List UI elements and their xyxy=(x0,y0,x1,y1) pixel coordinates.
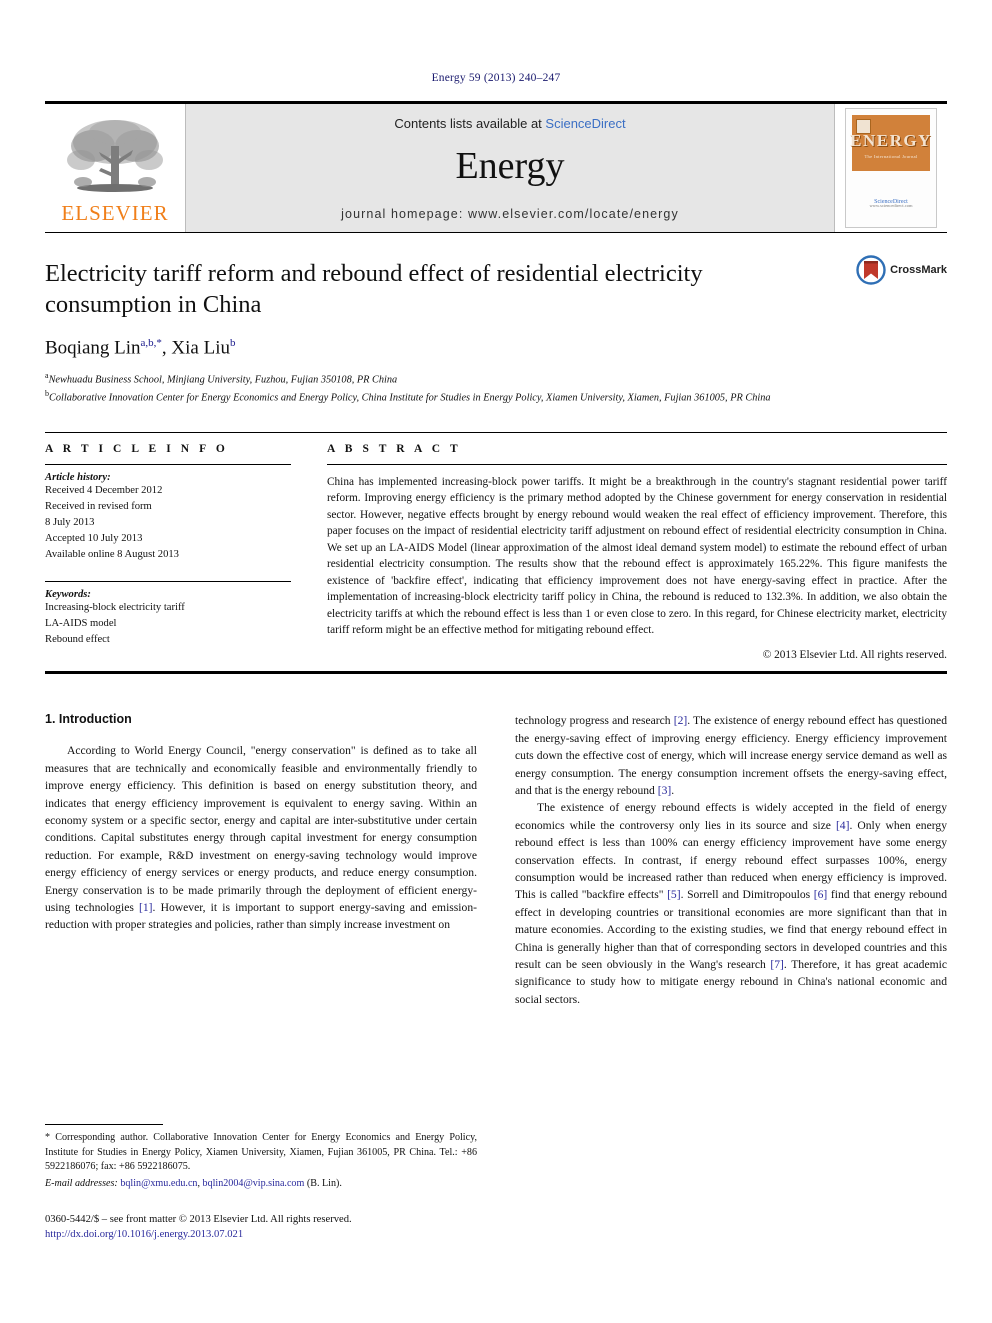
keywords-rule xyxy=(45,581,291,583)
paragraph: technology progress and research [2]. Th… xyxy=(515,712,947,799)
journal-homepage-link[interactable]: journal homepage: www.elsevier.com/locat… xyxy=(341,207,679,221)
keyword-item: Rebound effect xyxy=(45,634,110,646)
issn-line: 0360-5442/$ – see front matter © 2013 El… xyxy=(45,1213,352,1225)
affiliation-b: bCollaborative Innovation Center for Ene… xyxy=(45,388,885,406)
citation-ref-1[interactable]: [1] xyxy=(139,901,153,914)
author-list: Boqiang Lina,b,*, Xia Liub xyxy=(45,337,947,359)
footnote-rule xyxy=(45,1124,163,1125)
abstract-heading: A B S T R A C T xyxy=(327,442,462,455)
title-block: Electricity tariff reform and rebound ef… xyxy=(45,233,947,406)
history-item: Received 4 December 2012 xyxy=(45,484,163,496)
affiliations: aNewhuadu Business School, Minjiang Univ… xyxy=(45,370,885,406)
citation-ref-5[interactable]: [5] xyxy=(667,888,681,901)
body-columns: 1. Introduction According to World Energ… xyxy=(45,712,947,1110)
journal-masthead: ELSEVIER Contents lists available at Sci… xyxy=(45,101,947,232)
citation-ref-4[interactable]: [4] xyxy=(836,819,850,832)
affiliation-a: aNewhuadu Business School, Minjiang Univ… xyxy=(45,370,885,388)
crossmark-label: CrossMark xyxy=(890,264,947,276)
paragraph-text: . Sorrell and Dimitropoulos xyxy=(680,888,814,902)
author-primary-affil-marker: a,b,* xyxy=(140,337,162,350)
keyword-item: LA-AIDS model xyxy=(45,618,117,630)
paragraph-text: According to World Energy Council, "ener… xyxy=(45,744,477,914)
corresponding-author-note: * Corresponding author. Collaborative In… xyxy=(45,1132,477,1173)
paper-page: Energy 59 (2013) 240–247 ELSEVIER Conten… xyxy=(0,0,992,1323)
email-link-1[interactable]: bqlin@xmu.edu.cn xyxy=(120,1178,197,1189)
article-history-list: Received 4 December 2012 Received in rev… xyxy=(45,483,291,563)
elsevier-wordmark: ELSEVIER xyxy=(61,201,169,225)
article-info-heading: A R T I C L E I N F O xyxy=(45,442,229,455)
sciencedirect-link[interactable]: ScienceDirect xyxy=(545,116,625,131)
running-head: Energy 59 (2013) 240–247 xyxy=(431,72,561,84)
email-label: E-mail addresses: xyxy=(45,1178,118,1190)
citation-ref-6[interactable]: [6] xyxy=(814,888,828,901)
paragraph-text: . xyxy=(671,784,675,798)
article-history-label: Article history: xyxy=(45,471,111,483)
email-addresses-note: E-mail addresses: bqlin@xmu.edu.cn, bqli… xyxy=(45,1177,477,1192)
paragraph: According to World Energy Council, "ener… xyxy=(45,742,477,933)
author-secondary: , Xia Liu xyxy=(161,337,230,359)
abstract-text: China has implemented increasing-block p… xyxy=(327,475,947,636)
cover-box: ENERGY The International Journal Science… xyxy=(845,108,937,228)
keywords-list: Increasing-block electricity tariff LA-A… xyxy=(45,600,291,648)
citation-ref-3[interactable]: [3] xyxy=(658,784,672,797)
contents-prefix: Contents lists available at xyxy=(394,116,546,131)
journal-title: Energy xyxy=(455,145,565,187)
cover-footer-note: www.sciencedirect.com xyxy=(869,203,913,209)
section-heading-introduction: 1. Introduction xyxy=(45,712,132,727)
body-column-left: 1. Introduction According to World Energ… xyxy=(45,712,477,1110)
footnote-area: * Corresponding author. Collaborative In… xyxy=(45,1124,477,1242)
journal-cover-thumbnail: ENERGY The International Journal Science… xyxy=(835,104,947,232)
affiliation-a-text: Newhuadu Business School, Minjiang Unive… xyxy=(48,374,398,385)
citation-ref-2[interactable]: [2] xyxy=(674,714,688,727)
citation-ref-7[interactable]: [7] xyxy=(770,958,784,971)
history-item: 8 July 2013 xyxy=(45,516,95,528)
issn-doi-block: 0360-5442/$ – see front matter © 2013 El… xyxy=(45,1212,477,1242)
crossmark-badge[interactable]: CrossMark xyxy=(856,255,947,285)
keywords-label: Keywords: xyxy=(45,589,91,601)
history-item: Accepted 10 July 2013 xyxy=(45,532,143,544)
author-primary: Boqiang Lin xyxy=(45,337,141,359)
affiliation-b-text: Collaborative Innovation Center for Ener… xyxy=(49,392,771,404)
abstract-bottom-rule xyxy=(45,671,947,675)
keyword-item: Increasing-block electricity tariff xyxy=(45,602,185,614)
author-secondary-affil-marker: b xyxy=(230,337,236,350)
abstract-rule xyxy=(327,463,947,465)
page-title: Electricity tariff reform and rebound ef… xyxy=(45,260,703,318)
history-item: Available online 8 August 2013 xyxy=(45,549,179,561)
abstract-copyright: © 2013 Elsevier Ltd. All rights reserved… xyxy=(762,649,947,662)
abstract-column: A B S T R A C T China has implemented in… xyxy=(327,442,947,662)
body-column-right: technology progress and research [2]. Th… xyxy=(515,712,947,1110)
crossmark-icon xyxy=(856,255,886,285)
cover-title: ENERGY xyxy=(850,131,932,150)
cover-subtitle: The International Journal xyxy=(864,154,918,159)
info-abstract-region: A R T I C L E I N F O Article history: R… xyxy=(45,431,947,662)
paragraph: The existence of energy rebound effects … xyxy=(515,799,947,1008)
email-attribution: (B. Lin). xyxy=(304,1178,342,1190)
email-link-2[interactable]: bqlin2004@vip.sina.com xyxy=(203,1178,305,1189)
elsevier-tree-icon xyxy=(67,120,163,192)
masthead-center: Contents lists available at ScienceDirec… xyxy=(185,104,835,232)
elsevier-logo: ELSEVIER xyxy=(45,104,185,232)
contents-available-line: Contents lists available at ScienceDirec… xyxy=(394,116,625,131)
article-info-rule xyxy=(45,463,291,465)
doi-link[interactable]: http://dx.doi.org/10.1016/j.energy.2013.… xyxy=(45,1227,477,1242)
paragraph-text: technology progress and research xyxy=(515,714,674,728)
history-item: Received in revised form xyxy=(45,500,152,512)
article-info-column: A R T I C L E I N F O Article history: R… xyxy=(45,443,291,662)
